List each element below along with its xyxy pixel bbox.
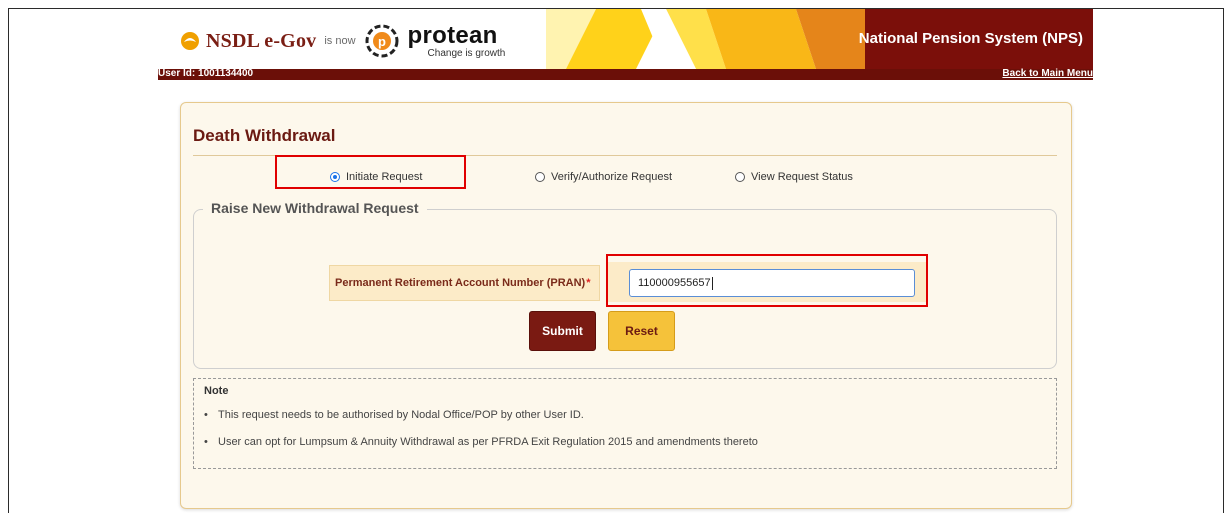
- nsdl-logo-icon: [181, 32, 199, 50]
- note-box: Note • This request needs to be authorise…: [193, 378, 1057, 469]
- radio-label: View Request Status: [751, 171, 853, 183]
- note-item-text: This request needs to be authorised by N…: [218, 409, 584, 421]
- header-stripes: [546, 9, 866, 69]
- radio-unselected-icon[interactable]: [735, 172, 745, 182]
- logo-group: NSDL e-Gov is now p protean Change is gr…: [180, 23, 505, 59]
- protean-logo-text: protean: [407, 21, 498, 49]
- page-title: Death Withdrawal: [193, 126, 336, 145]
- note-item: • User can opt for Lumpsum & Annuity With…: [204, 436, 758, 448]
- user-bar: User Id: 1001134400 Back to Main Menu: [158, 68, 1093, 80]
- radio-view-request-status[interactable]: View Request Status: [735, 171, 853, 183]
- required-mark: *: [586, 277, 591, 289]
- highlight-box-radio: [275, 155, 466, 189]
- bullet-icon: •: [204, 409, 208, 421]
- back-to-main-menu-link[interactable]: Back to Main Menu: [1002, 68, 1093, 79]
- svg-text:p: p: [378, 34, 386, 49]
- note-item-text: User can opt for Lumpsum & Annuity Withd…: [218, 436, 758, 448]
- radio-label: Verify/Authorize Request: [551, 171, 673, 183]
- pran-label-text: Permanent Retirement Account Number (PRA…: [335, 277, 586, 289]
- reset-button[interactable]: Reset: [608, 311, 675, 351]
- note-title: Note: [204, 385, 229, 397]
- radio-verify-authorize-request[interactable]: Verify/Authorize Request: [535, 171, 672, 183]
- radio-unselected-icon[interactable]: [535, 172, 545, 182]
- user-id: User Id: 1001134400: [158, 68, 254, 79]
- submit-button[interactable]: Submit: [529, 311, 596, 351]
- note-item: • This request needs to be authorised by …: [204, 409, 584, 421]
- is-now-text: is now: [324, 35, 356, 47]
- nsdl-logo-text: NSDL e-Gov: [206, 29, 317, 52]
- fieldset-legend: Raise New Withdrawal Request: [203, 200, 427, 216]
- protean-tagline: Change is growth: [427, 47, 506, 59]
- pran-label: Permanent Retirement Account Number (PRA…: [329, 265, 600, 301]
- highlight-box-pran: [606, 254, 928, 307]
- bullet-icon: •: [204, 436, 208, 448]
- header-banner: NSDL e-Gov is now p protean Change is gr…: [158, 9, 1093, 69]
- system-title: National Pension System (NPS): [858, 30, 1083, 47]
- protean-logo-icon: p: [365, 24, 399, 58]
